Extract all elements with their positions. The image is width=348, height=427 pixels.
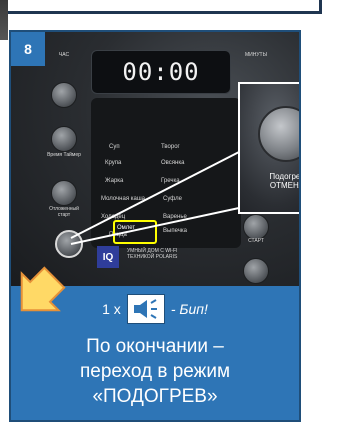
previous-slide-frame xyxy=(0,0,322,14)
iq-logo: IQ xyxy=(97,246,119,268)
beep-label: - Бип! xyxy=(170,301,208,317)
cooker-photo: 8 00:00 Суп Творог Крупа Овсянка Жарка Г… xyxy=(11,32,299,286)
message-line: переход в режим xyxy=(79,361,231,382)
warm-cancel-button[interactable] xyxy=(55,230,83,258)
zoomed-knob xyxy=(258,106,299,162)
menu-item: Гречка xyxy=(161,178,180,184)
side-label-minutes: МИНУТЫ xyxy=(244,52,268,58)
side-label-hours: ЧАС xyxy=(58,52,70,58)
menu-item: Молочная каша xyxy=(101,196,145,202)
menu-item: Суфле xyxy=(163,196,182,202)
menu-item: Жарка xyxy=(105,178,124,184)
time-display: 00:00 xyxy=(91,50,231,94)
menu-item: Варенье xyxy=(163,214,187,220)
menu-item: Выпечка xyxy=(163,228,187,234)
smart-home-text: УМНЫЙ ДОМ С WI-FI ТЕХНИКОЙ POLARIS xyxy=(127,248,178,260)
previous-slide-thumbnail xyxy=(0,0,8,40)
zoomed-label: Подогрев ОТМЕНА xyxy=(269,172,299,190)
step-badge: 8 xyxy=(11,32,45,66)
step-panel: 8 00:00 Суп Творог Крупа Овсянка Жарка Г… xyxy=(9,30,301,422)
info-section: 1 x - Бип! По окончании – переход в режи… xyxy=(11,286,299,420)
message-text: По окончании – переход в режим «ПОДОГРЕВ… xyxy=(11,334,299,409)
beep-count: 1 x xyxy=(102,301,121,317)
beep-row: 1 x - Бип! xyxy=(11,294,299,324)
delay-start-button[interactable] xyxy=(51,180,77,206)
zoomed-button-view: Подогрев ОТМЕНА xyxy=(238,82,299,214)
message-line: «ПОДОГРЕВ» xyxy=(92,386,218,407)
speaker-icon xyxy=(126,294,165,324)
menu-item: Творог xyxy=(161,144,180,150)
side-label-delay: Отложенный старт xyxy=(49,206,79,218)
menu-item: Крупа xyxy=(105,160,122,166)
omelet-highlight-box xyxy=(113,220,157,244)
side-label-start: СТАРТ xyxy=(248,238,264,244)
start-button[interactable] xyxy=(243,214,269,240)
my-recipe-button[interactable] xyxy=(243,258,269,284)
side-label-timer: Время Таймер xyxy=(47,152,81,158)
menu-item: Суп xyxy=(109,144,120,150)
menu-item: Овсянка xyxy=(161,160,185,166)
hours-button[interactable] xyxy=(51,82,77,108)
timer-button[interactable] xyxy=(51,126,77,152)
message-line: По окончании – xyxy=(86,336,224,357)
